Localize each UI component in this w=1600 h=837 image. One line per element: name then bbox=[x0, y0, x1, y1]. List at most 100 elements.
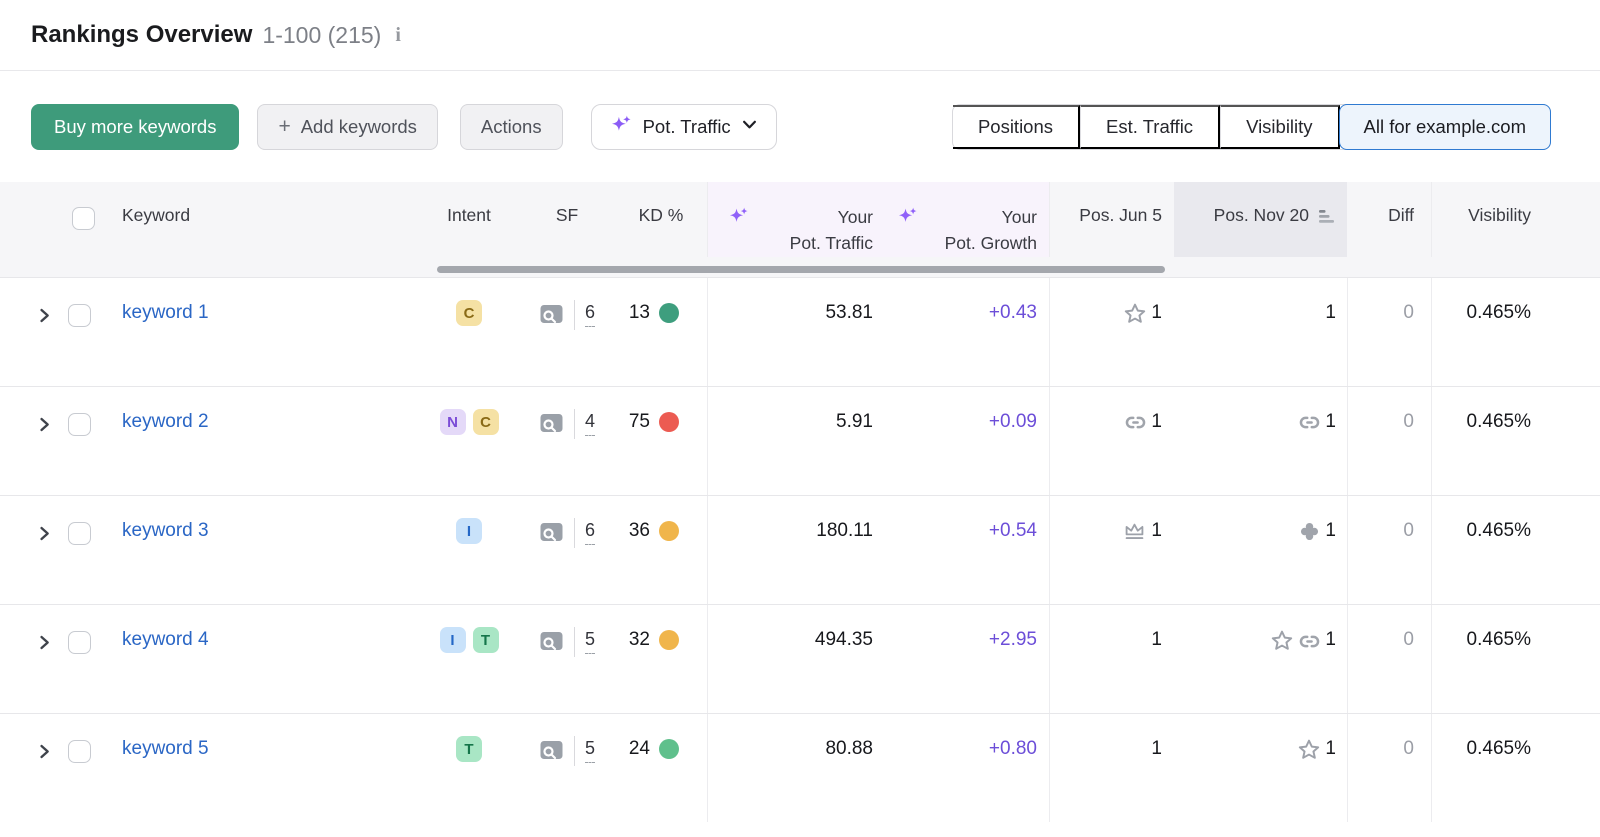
chevron-right-icon bbox=[36, 743, 53, 760]
buy-more-keywords-button[interactable]: Buy more keywords bbox=[31, 104, 239, 150]
visibility-value: 0.465% bbox=[1431, 387, 1600, 495]
position-icons bbox=[1122, 301, 1148, 327]
pos-jun-value: 1 bbox=[1151, 738, 1162, 760]
kd-dot bbox=[659, 303, 679, 323]
expand-row-button[interactable] bbox=[0, 496, 64, 604]
pos-nov-value: 1 bbox=[1325, 520, 1336, 542]
intent-badge-navigational: N bbox=[440, 409, 466, 435]
pos-jun-value: 1 bbox=[1151, 629, 1162, 651]
segment-visibility[interactable]: Visibility bbox=[1220, 105, 1339, 149]
keyword-link[interactable]: keyword 5 bbox=[122, 738, 209, 760]
position-icons bbox=[1123, 410, 1148, 435]
column-keyword[interactable]: Keyword bbox=[110, 182, 419, 257]
sf-count[interactable]: 5 bbox=[585, 739, 595, 763]
sf-count[interactable]: 5 bbox=[585, 630, 595, 654]
clover-icon bbox=[1297, 519, 1322, 544]
segment-est-traffic[interactable]: Est. Traffic bbox=[1080, 105, 1220, 149]
metric-dropdown[interactable]: Pot. Traffic bbox=[591, 104, 777, 150]
pos-jun-value: 1 bbox=[1151, 411, 1162, 433]
intent-badges: NC bbox=[419, 387, 519, 495]
crown-icon bbox=[1121, 519, 1148, 545]
expand-row-button[interactable] bbox=[0, 714, 64, 822]
actions-button[interactable]: Actions bbox=[460, 104, 563, 150]
pos-nov-value: 1 bbox=[1325, 629, 1336, 651]
keyword-link[interactable]: keyword 2 bbox=[122, 411, 209, 433]
position-icons bbox=[1297, 519, 1322, 544]
expand-row-button[interactable] bbox=[0, 605, 64, 713]
column-pot-growth[interactable]: YourPot. Growth bbox=[887, 182, 1049, 257]
intent-badges: IT bbox=[419, 605, 519, 713]
column-pos-nov-20[interactable]: Pos. Nov 20 bbox=[1174, 182, 1347, 257]
pos-jun-value: 1 bbox=[1151, 302, 1162, 324]
segment-positions[interactable]: Positions bbox=[953, 105, 1080, 149]
divider bbox=[574, 627, 575, 657]
intent-badge-transactional: T bbox=[473, 627, 499, 653]
row-checkbox[interactable] bbox=[68, 413, 91, 436]
pot-growth-value: +2.95 bbox=[887, 605, 1049, 713]
table-row: keyword 1 C 6 13 53.81 +0.43 1 1 0 0.465… bbox=[0, 277, 1600, 386]
sf-count[interactable]: 6 bbox=[585, 303, 595, 327]
intent-badge-commercial: C bbox=[456, 300, 482, 326]
expand-row-button[interactable] bbox=[0, 387, 64, 495]
header-checkbox-cell bbox=[64, 182, 110, 257]
actions-label: Actions bbox=[481, 116, 542, 138]
row-checkbox[interactable] bbox=[68, 740, 91, 763]
divider bbox=[574, 409, 575, 439]
column-pot-traffic[interactable]: YourPot. Traffic bbox=[707, 182, 887, 257]
star-icon bbox=[1269, 628, 1295, 654]
pot-traffic-value: 180.11 bbox=[707, 496, 887, 604]
serp-features-icon[interactable] bbox=[539, 521, 564, 543]
visibility-value: 0.465% bbox=[1431, 496, 1600, 604]
position-icons bbox=[1121, 519, 1148, 545]
table-body: keyword 1 C 6 13 53.81 +0.43 1 1 0 0.465… bbox=[0, 277, 1600, 822]
segment-all-for-domain[interactable]: All for example.com bbox=[1339, 104, 1551, 150]
expand-row-button[interactable] bbox=[0, 278, 64, 386]
pot-traffic-value: 80.88 bbox=[707, 714, 887, 822]
column-intent[interactable]: Intent bbox=[419, 182, 519, 257]
column-pos-jun-5[interactable]: Pos. Jun 5 bbox=[1049, 182, 1174, 257]
sf-count[interactable]: 4 bbox=[585, 412, 595, 436]
visibility-value: 0.465% bbox=[1431, 605, 1600, 713]
column-kd[interactable]: KD % bbox=[615, 182, 707, 257]
plus-icon: + bbox=[278, 115, 290, 139]
kd-dot bbox=[659, 521, 679, 541]
kd-value: 24 bbox=[629, 738, 650, 760]
chevron-right-icon bbox=[36, 416, 53, 433]
horizontal-scrollbar-thumb[interactable] bbox=[437, 266, 1165, 273]
title-bar: Rankings Overview 1-100 (215) i bbox=[0, 0, 1600, 71]
serp-features-icon[interactable] bbox=[539, 303, 564, 325]
chevron-down-icon bbox=[741, 116, 758, 138]
pot-traffic-value: 53.81 bbox=[707, 278, 887, 386]
keyword-link[interactable]: keyword 3 bbox=[122, 520, 209, 542]
sort-descending-icon bbox=[1317, 208, 1336, 230]
row-checkbox[interactable] bbox=[68, 522, 91, 545]
column-diff[interactable]: Diff bbox=[1347, 182, 1431, 257]
serp-features-icon[interactable] bbox=[539, 630, 564, 652]
keyword-link[interactable]: keyword 1 bbox=[122, 302, 209, 324]
intent-badges: C bbox=[419, 278, 519, 386]
link-icon bbox=[1123, 410, 1148, 435]
table-row: keyword 4 IT 5 32 494.35 +2.95 1 1 0 0.4… bbox=[0, 604, 1600, 713]
table-row: keyword 5 T 5 24 80.88 +0.80 1 1 0 0.465… bbox=[0, 713, 1600, 822]
serp-features-icon[interactable] bbox=[539, 739, 564, 761]
column-visibility[interactable]: Visibility bbox=[1431, 182, 1600, 257]
ai-sparkle-icon bbox=[897, 205, 919, 235]
pos-jun-value: 1 bbox=[1151, 520, 1162, 542]
column-sf[interactable]: SF bbox=[519, 182, 615, 257]
row-checkbox[interactable] bbox=[68, 304, 91, 327]
kd-value: 75 bbox=[629, 411, 650, 433]
diff-value: 0 bbox=[1347, 714, 1431, 822]
add-keywords-button[interactable]: + Add keywords bbox=[257, 104, 437, 150]
sf-count[interactable]: 6 bbox=[585, 521, 595, 545]
position-icons bbox=[1297, 410, 1322, 435]
pos-nov-value: 1 bbox=[1325, 738, 1336, 760]
serp-features-icon[interactable] bbox=[539, 412, 564, 434]
toolbar: Buy more keywords + Add keywords Actions… bbox=[0, 71, 1600, 182]
result-range: 1-100 (215) bbox=[262, 22, 381, 49]
keyword-link[interactable]: keyword 4 bbox=[122, 629, 209, 651]
pot-growth-value: +0.09 bbox=[887, 387, 1049, 495]
info-icon[interactable]: i bbox=[395, 24, 401, 47]
page-title: Rankings Overview bbox=[31, 21, 252, 49]
select-all-checkbox[interactable] bbox=[72, 207, 95, 230]
row-checkbox[interactable] bbox=[68, 631, 91, 654]
